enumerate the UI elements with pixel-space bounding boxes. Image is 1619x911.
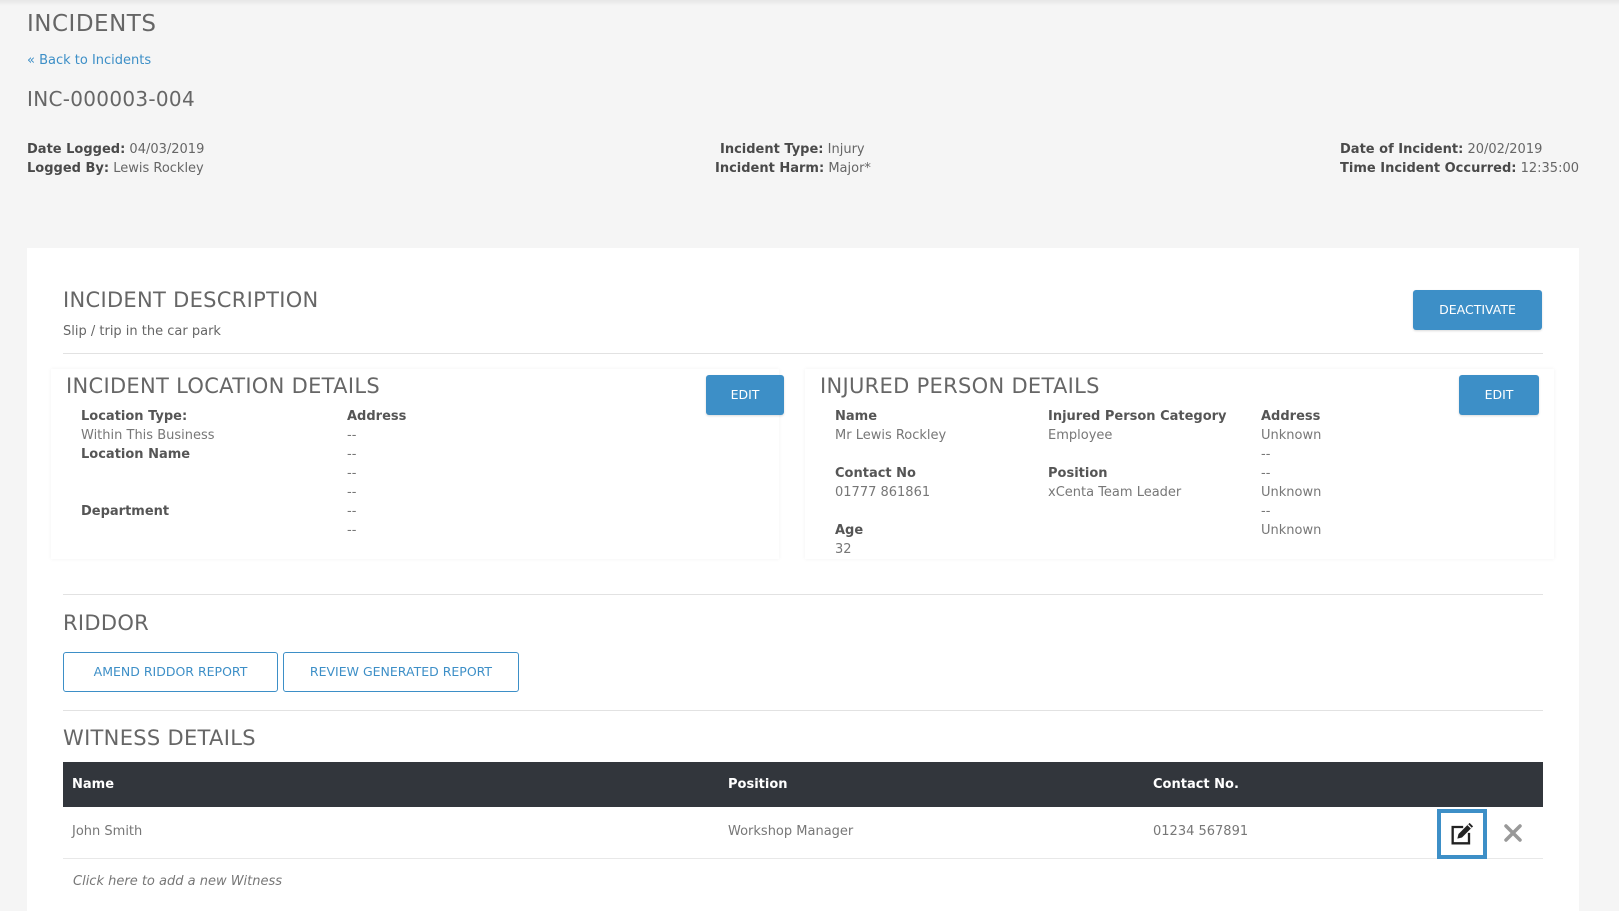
add-witness-row[interactable]: Click here to add a new Witness bbox=[63, 859, 1543, 907]
edit-injured-person-button[interactable]: EDIT bbox=[1459, 375, 1539, 415]
location-address-line: -- bbox=[347, 447, 357, 462]
category-value: Employee bbox=[1048, 428, 1113, 443]
incident-type-value: Injury bbox=[827, 142, 865, 157]
date-of-incident-value: 20/02/2019 bbox=[1467, 142, 1543, 157]
incident-harm-value: Major* bbox=[828, 161, 871, 176]
riddor-heading: RIDDOR bbox=[63, 611, 150, 635]
top-shadow bbox=[0, 0, 1619, 6]
incident-type-label: Incident Type: bbox=[720, 142, 824, 157]
meta-left: Date Logged: 04/03/2019 Logged By: Lewis… bbox=[27, 140, 204, 178]
location-address-line: -- bbox=[347, 523, 357, 538]
category-label: Injured Person Category bbox=[1048, 409, 1227, 424]
divider bbox=[63, 353, 1543, 354]
injured-person-panel: INJURED PERSON DETAILS EDIT Name Mr Lewi… bbox=[805, 369, 1554, 559]
injured-address-line: Unknown bbox=[1261, 523, 1322, 538]
contact-value: 01777 861861 bbox=[835, 485, 931, 500]
logged-by-value: Lewis Rockley bbox=[113, 161, 204, 176]
injured-address-line: Unknown bbox=[1261, 485, 1322, 500]
incident-description-text: Slip / trip in the car park bbox=[63, 324, 221, 339]
column-header-name: Name bbox=[72, 777, 115, 792]
age-label: Age bbox=[835, 523, 864, 538]
back-to-incidents-link[interactable]: « Back to Incidents bbox=[27, 53, 151, 68]
position-label: Position bbox=[1048, 466, 1108, 481]
witness-name: John Smith bbox=[72, 824, 143, 839]
logged-by-label: Logged By: bbox=[27, 161, 110, 176]
age-value: 32 bbox=[835, 542, 852, 557]
edit-icon bbox=[1451, 822, 1474, 845]
close-icon bbox=[1504, 824, 1522, 842]
witness-details-heading: WITNESS DETAILS bbox=[63, 726, 256, 750]
column-header-contact: Contact No. bbox=[1153, 777, 1239, 792]
position-value: xCenta Team Leader bbox=[1048, 485, 1182, 500]
incident-location-panel: INCIDENT LOCATION DETAILS EDIT Location … bbox=[51, 369, 784, 559]
incident-card: INCIDENT DESCRIPTION Slip / trip in the … bbox=[27, 248, 1579, 911]
add-witness-link[interactable]: Click here to add a new Witness bbox=[73, 874, 282, 889]
edit-location-button[interactable]: EDIT bbox=[706, 375, 784, 415]
injured-address-line: -- bbox=[1261, 504, 1271, 519]
delete-witness-button[interactable] bbox=[1499, 819, 1527, 847]
name-value: Mr Lewis Rockley bbox=[835, 428, 947, 443]
divider bbox=[63, 710, 1543, 711]
meta-right: Date of Incident: 20/02/2019 Time Incide… bbox=[1340, 140, 1579, 178]
location-address-line: -- bbox=[347, 428, 357, 443]
location-type-label: Location Type: bbox=[81, 409, 188, 424]
name-label: Name bbox=[835, 409, 878, 424]
witness-position: Workshop Manager bbox=[728, 824, 854, 839]
contact-label: Contact No bbox=[835, 466, 916, 481]
date-logged-value: 04/03/2019 bbox=[129, 142, 205, 157]
department-label: Department bbox=[81, 504, 170, 519]
witness-table: Name Position Contact No. John Smith Wor… bbox=[63, 762, 1543, 907]
divider bbox=[63, 594, 1543, 595]
table-row[interactable]: John Smith Workshop Manager 01234 567891 bbox=[63, 807, 1543, 859]
injured-person-heading: INJURED PERSON DETAILS bbox=[820, 374, 1100, 398]
review-generated-report-button[interactable]: REVIEW GENERATED REPORT bbox=[283, 652, 519, 692]
witness-contact: 01234 567891 bbox=[1153, 824, 1249, 839]
amend-riddor-report-button[interactable]: AMEND RIDDOR REPORT bbox=[63, 652, 278, 692]
location-address-line: -- bbox=[347, 466, 357, 481]
meta-mid: Incident Type: Injury Incident Harm: Maj… bbox=[715, 140, 875, 178]
location-address-label: Address bbox=[347, 409, 407, 424]
location-address-line: -- bbox=[347, 485, 357, 500]
injured-address-line: -- bbox=[1261, 447, 1271, 462]
incident-id: INC-000003-004 bbox=[27, 87, 195, 111]
location-address-line: -- bbox=[347, 504, 357, 519]
time-occurred-value: 12:35:00 bbox=[1520, 161, 1579, 176]
page-title: INCIDENTS bbox=[27, 11, 157, 37]
witness-table-header: Name Position Contact No. bbox=[63, 762, 1543, 807]
incident-description-heading: INCIDENT DESCRIPTION bbox=[63, 288, 319, 312]
injured-address-line: -- bbox=[1261, 466, 1271, 481]
deactivate-button[interactable]: DEACTIVATE bbox=[1413, 290, 1542, 330]
time-occurred-label: Time Incident Occurred: bbox=[1340, 161, 1517, 176]
location-name-label: Location Name bbox=[81, 447, 191, 462]
incident-location-heading: INCIDENT LOCATION DETAILS bbox=[66, 374, 380, 398]
date-logged-label: Date Logged: bbox=[27, 142, 126, 157]
injured-address-label: Address bbox=[1261, 409, 1321, 424]
column-header-position: Position bbox=[728, 777, 788, 792]
incident-harm-label: Incident Harm: bbox=[715, 161, 825, 176]
location-type-value: Within This Business bbox=[81, 428, 215, 443]
injured-address-line: Unknown bbox=[1261, 428, 1322, 443]
date-of-incident-label: Date of Incident: bbox=[1340, 142, 1464, 157]
edit-witness-button[interactable] bbox=[1437, 809, 1487, 859]
